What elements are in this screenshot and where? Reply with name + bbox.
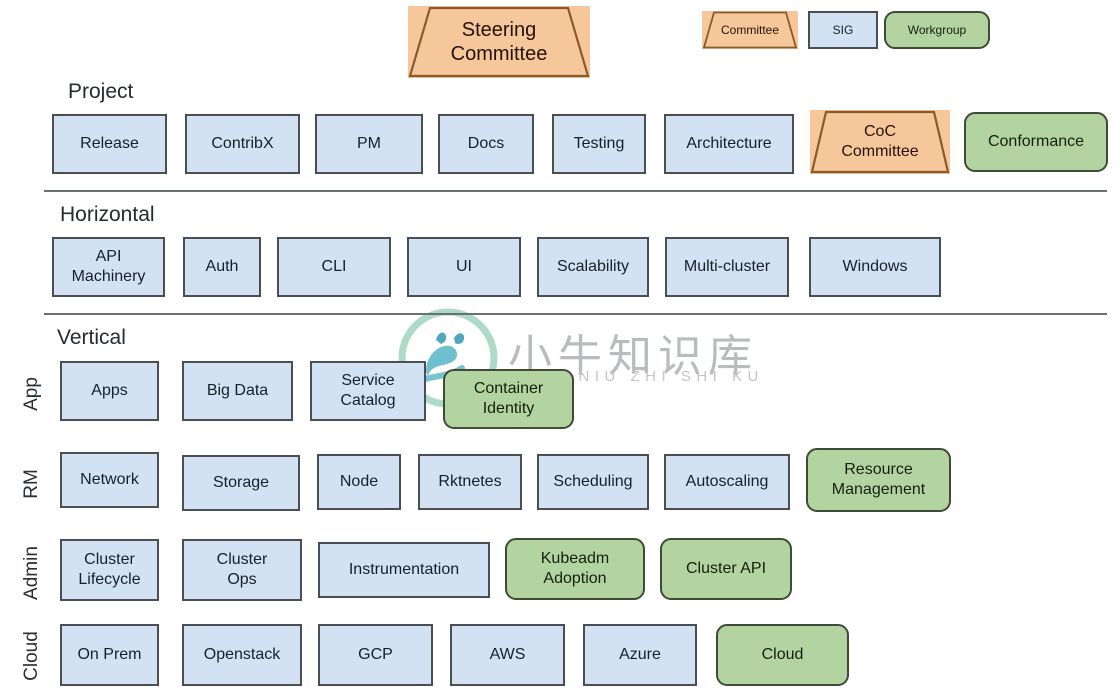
node-pm[interactable]: PM xyxy=(315,114,423,174)
node-steering-committee[interactable]: Steering Committee xyxy=(408,6,590,78)
node-on-prem[interactable]: On Prem xyxy=(60,624,159,686)
node-gcp[interactable]: GCP xyxy=(318,624,433,686)
node-label: Auth xyxy=(205,258,239,276)
node-cli[interactable]: CLI xyxy=(277,237,391,297)
node-release[interactable]: Release xyxy=(52,114,167,174)
node-label: Steering Committee xyxy=(450,18,548,65)
node-azure[interactable]: Azure xyxy=(583,624,697,686)
node-kubeadm-adoption[interactable]: Kubeadm Adoption xyxy=(505,538,645,600)
legend-label-workgroup: Workgroup xyxy=(907,22,967,37)
node-label: Architecture xyxy=(686,135,772,153)
node-architecture[interactable]: Architecture xyxy=(664,114,794,174)
node-label: Service Catalog xyxy=(340,372,396,409)
node-label: Cluster API xyxy=(685,560,767,578)
node-scalability[interactable]: Scalability xyxy=(537,237,649,297)
node-label: Azure xyxy=(619,646,661,664)
node-instrumentation[interactable]: Instrumentation xyxy=(318,542,490,598)
row-label-admin: Admin xyxy=(21,546,42,600)
node-storage[interactable]: Storage xyxy=(182,455,300,511)
node-ui[interactable]: UI xyxy=(407,237,521,297)
legend-item-sig: SIG xyxy=(808,11,878,49)
node-label: Container Identity xyxy=(473,380,544,417)
node-service-catalog[interactable]: Service Catalog xyxy=(310,361,426,421)
node-label: Openstack xyxy=(203,646,281,664)
legend-item-committee: Committee xyxy=(702,11,798,49)
node-cluster-api[interactable]: Cluster API xyxy=(660,538,792,600)
node-network[interactable]: Network xyxy=(60,452,159,508)
node-label: Conformance xyxy=(987,133,1085,151)
section-title-horizontal: Horizontal xyxy=(60,203,155,226)
node-label: API Machinery xyxy=(71,248,146,285)
node-coc-committee[interactable]: CoC Committee xyxy=(810,110,950,174)
node-label: Testing xyxy=(573,135,625,153)
node-windows[interactable]: Windows xyxy=(809,237,941,297)
node-label: CLI xyxy=(321,258,347,276)
node-node[interactable]: Node xyxy=(317,454,401,510)
node-big-data[interactable]: Big Data xyxy=(182,361,293,421)
node-openstack[interactable]: Openstack xyxy=(182,624,302,686)
row-label-rm: RM xyxy=(21,469,42,499)
org-structure-diagram: 小牛知识库 XIAO NIU ZHI SHI KU Steering Commi… xyxy=(0,0,1120,698)
node-api-machinery[interactable]: API Machinery xyxy=(52,237,165,297)
node-label: ContribX xyxy=(211,135,274,153)
node-label: Apps xyxy=(91,382,128,400)
row-label-cloud: Cloud xyxy=(21,631,42,681)
legend-label-sig: SIG xyxy=(832,22,854,37)
node-rktnetes[interactable]: Rktnetes xyxy=(418,454,522,510)
node-label: Instrumentation xyxy=(348,561,460,579)
node-label: GCP xyxy=(358,646,393,664)
node-cloud[interactable]: Cloud xyxy=(716,624,849,686)
node-label: CoC Committee xyxy=(841,123,919,160)
node-label: Storage xyxy=(212,474,270,492)
node-label: Resource Management xyxy=(831,461,926,498)
section-divider-horizontal xyxy=(44,313,1107,315)
legend-label-committee: Committee xyxy=(720,22,779,37)
node-label: Cluster Ops xyxy=(216,551,268,588)
node-conformance[interactable]: Conformance xyxy=(964,112,1108,172)
row-label-app: App xyxy=(21,377,42,411)
node-label: Multi-cluster xyxy=(683,258,771,276)
node-label: AWS xyxy=(489,646,526,664)
node-aws[interactable]: AWS xyxy=(450,624,565,686)
node-label: Docs xyxy=(467,135,505,153)
node-container-identity[interactable]: Container Identity xyxy=(443,369,574,429)
node-label: Windows xyxy=(842,258,908,276)
node-resource-management[interactable]: Resource Management xyxy=(806,448,951,512)
node-contribx[interactable]: ContribX xyxy=(185,114,300,174)
node-label: Kubeadm Adoption xyxy=(540,550,610,587)
node-label: Network xyxy=(80,471,139,489)
section-title-project: Project xyxy=(68,80,134,103)
node-auth[interactable]: Auth xyxy=(183,237,261,297)
legend-item-workgroup: Workgroup xyxy=(884,11,990,49)
node-label: PM xyxy=(357,135,381,153)
node-docs[interactable]: Docs xyxy=(438,114,534,174)
node-label: Scalability xyxy=(556,258,630,276)
node-cluster-lifecycle[interactable]: Cluster Lifecycle xyxy=(60,539,159,601)
node-label: Autoscaling xyxy=(685,473,769,491)
node-multi-cluster[interactable]: Multi-cluster xyxy=(665,237,789,297)
node-label: Rktnetes xyxy=(438,473,502,491)
node-autoscaling[interactable]: Autoscaling xyxy=(664,454,790,510)
node-label: Release xyxy=(80,135,139,153)
node-label: Big Data xyxy=(206,382,269,400)
section-divider-project xyxy=(44,190,1107,192)
node-label: Scheduling xyxy=(553,473,633,491)
node-label: On Prem xyxy=(77,646,142,664)
node-cluster-ops[interactable]: Cluster Ops xyxy=(182,539,302,601)
node-label: UI xyxy=(456,258,472,276)
node-apps[interactable]: Apps xyxy=(60,361,159,421)
node-scheduling[interactable]: Scheduling xyxy=(537,454,649,510)
node-testing[interactable]: Testing xyxy=(552,114,646,174)
section-title-vertical: Vertical xyxy=(57,326,126,349)
node-label: Node xyxy=(339,473,379,491)
node-label: Cloud xyxy=(761,646,804,664)
node-label: Cluster Lifecycle xyxy=(78,551,141,588)
